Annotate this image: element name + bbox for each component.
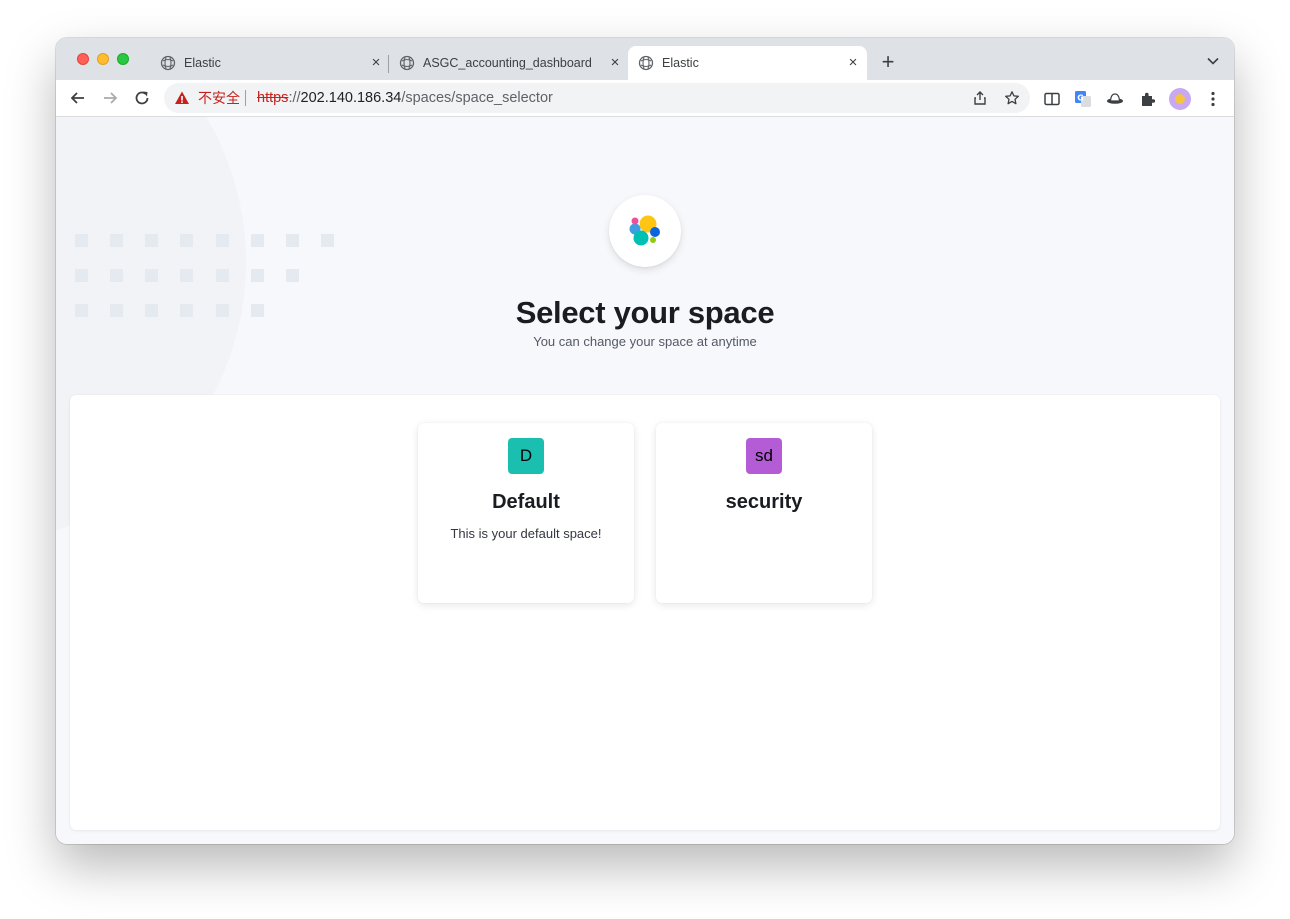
url-text[interactable]: https://202.140.186.34/spaces/space_sele… bbox=[257, 90, 553, 106]
elastic-logo bbox=[609, 195, 681, 267]
forward-arrow-icon[interactable] bbox=[100, 88, 120, 108]
space-description: This is your default space! bbox=[450, 526, 602, 541]
profile-avatar[interactable] bbox=[1169, 88, 1191, 110]
more-menu-icon[interactable] bbox=[1204, 90, 1222, 108]
zoom-window-button[interactable] bbox=[117, 53, 129, 65]
browser-window: Elastic × ASGC_accounting_dashboard × El… bbox=[56, 38, 1234, 844]
elastic-tab-icon bbox=[399, 55, 415, 71]
warning-icon bbox=[175, 91, 189, 104]
google-translate-icon[interactable]: G bbox=[1074, 90, 1092, 108]
space-avatar: sd bbox=[746, 438, 782, 474]
back-arrow-icon[interactable] bbox=[68, 88, 88, 108]
tab-asgc-dashboard[interactable]: ASGC_accounting_dashboard × bbox=[393, 46, 625, 80]
url-path: /spaces/space_selector bbox=[401, 90, 553, 106]
elastic-tab-icon bbox=[160, 55, 176, 71]
tab-elastic-1[interactable]: Elastic × bbox=[154, 46, 386, 80]
page-subtitle: You can change your space at anytime bbox=[533, 334, 757, 349]
reload-icon[interactable] bbox=[132, 88, 152, 108]
chevron-down-icon[interactable] bbox=[1206, 54, 1220, 68]
tab-separator bbox=[388, 55, 389, 73]
svg-text:G: G bbox=[1077, 94, 1084, 103]
space-selector-page: Select your space You can change your sp… bbox=[56, 117, 1234, 844]
url-scheme: https bbox=[257, 90, 289, 106]
spaces-panel: D Default This is your default space! sd… bbox=[70, 395, 1220, 830]
extensions-puzzle-icon[interactable] bbox=[1139, 90, 1157, 108]
url-host: 202.140.186.34 bbox=[300, 90, 402, 106]
space-name: security bbox=[725, 491, 803, 513]
tab-close-icon[interactable]: × bbox=[845, 55, 861, 71]
space-name: Default bbox=[492, 491, 560, 513]
page-title: Select your space bbox=[515, 295, 775, 330]
side-panel-icon[interactable] bbox=[1043, 90, 1061, 108]
tab-title: Elastic bbox=[662, 56, 699, 70]
space-avatar: D bbox=[508, 438, 544, 474]
tab-close-icon[interactable]: × bbox=[368, 55, 384, 71]
space-card-default[interactable]: D Default This is your default space! bbox=[418, 423, 634, 603]
tab-close-icon[interactable]: × bbox=[607, 55, 623, 71]
address-separator bbox=[245, 90, 246, 106]
browser-toolbar: 不安全 https://202.140.186.34/spaces/space_… bbox=[56, 80, 1234, 117]
close-window-button[interactable] bbox=[77, 53, 89, 65]
url-scheme-separator: :// bbox=[288, 90, 301, 106]
elastic-tab-icon bbox=[638, 55, 654, 71]
minimize-window-button[interactable] bbox=[97, 53, 109, 65]
address-bar[interactable]: 不安全 https://202.140.186.34/spaces/space_… bbox=[164, 83, 1030, 113]
bookmark-star-icon[interactable] bbox=[1004, 90, 1020, 106]
new-tab-button[interactable]: + bbox=[878, 51, 898, 73]
avatar-emoji-icon bbox=[1175, 94, 1185, 104]
tab-strip: Elastic × ASGC_accounting_dashboard × El… bbox=[56, 38, 1234, 80]
tab-title: Elastic bbox=[184, 56, 221, 70]
tab-title: ASGC_accounting_dashboard bbox=[423, 56, 592, 70]
hat-extension-icon[interactable] bbox=[1106, 90, 1124, 108]
space-card-security[interactable]: sd security bbox=[656, 423, 872, 603]
security-status-label[interactable]: 不安全 bbox=[198, 90, 240, 106]
elastic-logo-icon bbox=[629, 215, 660, 246]
tab-elastic-active[interactable]: Elastic × bbox=[628, 46, 867, 80]
share-icon[interactable] bbox=[972, 90, 988, 106]
